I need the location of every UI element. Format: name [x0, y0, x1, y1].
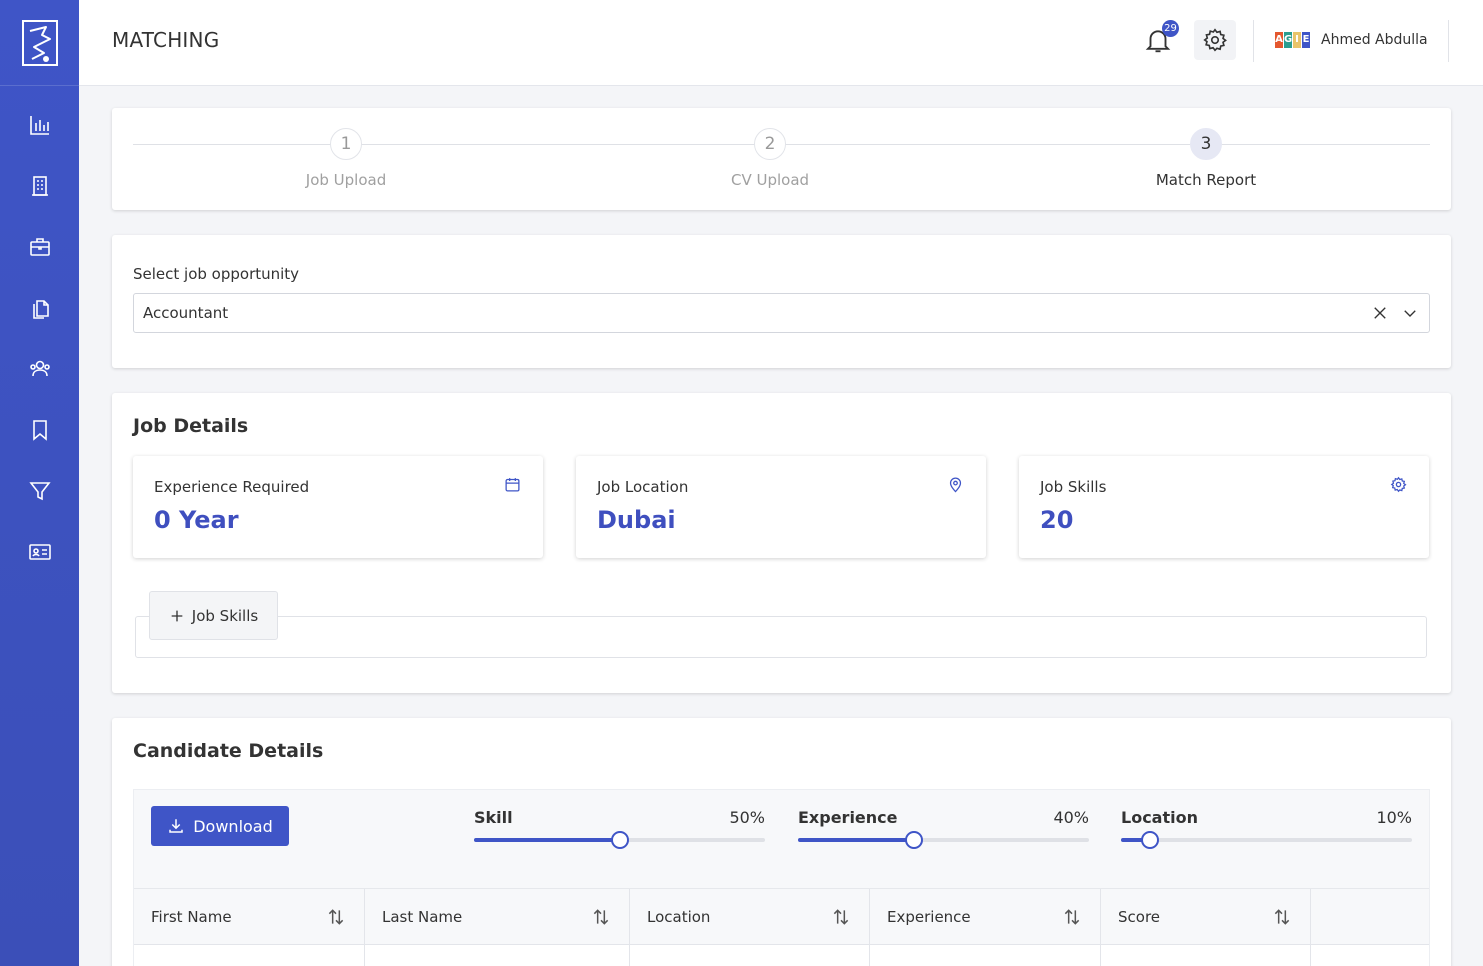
- step-3-circle[interactable]: 3: [1190, 128, 1222, 160]
- skill-weight-percent: 50%: [729, 808, 765, 827]
- slider-thumb[interactable]: [1141, 831, 1160, 849]
- sort-icon[interactable]: [831, 907, 851, 927]
- sort-icon[interactable]: [1272, 907, 1292, 927]
- filter-icon: [28, 481, 51, 500]
- sort-icon[interactable]: [326, 907, 346, 927]
- sidebar-item-jobs[interactable]: [0, 216, 79, 277]
- location-pin-icon: [949, 477, 962, 493]
- job-location-label: Job Location: [597, 478, 689, 496]
- job-skills-value: 20: [1040, 506, 1074, 534]
- column-header-last-name[interactable]: Last Name: [365, 889, 630, 945]
- location-weight-name: Location: [1121, 808, 1198, 827]
- gear-icon: [1203, 28, 1227, 52]
- add-job-skills-label: Job Skills: [191, 606, 259, 625]
- step-3-label[interactable]: Match Report: [1106, 171, 1306, 189]
- chevron-down-icon[interactable]: [1401, 304, 1419, 322]
- experience-required-label: Experience Required: [154, 478, 310, 496]
- id-card-icon: [28, 543, 51, 560]
- experience-weight-percent: 40%: [1053, 808, 1089, 827]
- step-2-circle[interactable]: 2: [754, 128, 786, 160]
- sort-icon[interactable]: [591, 907, 611, 927]
- page-title: MATCHING: [112, 28, 220, 52]
- table-row[interactable]: [134, 944, 1429, 966]
- experience-required-value: 0 Year: [154, 506, 239, 534]
- sidebar-item-candidates[interactable]: [0, 338, 79, 399]
- building-icon: [31, 175, 48, 196]
- experience-weight-name: Experience: [798, 808, 898, 827]
- location-weight-percent: 10%: [1376, 808, 1412, 827]
- job-opportunity-select[interactable]: Accountant: [133, 293, 1430, 333]
- slider-track[interactable]: [1121, 838, 1412, 842]
- gear-icon: [1390, 476, 1407, 493]
- job-location-value: Dubai: [597, 506, 676, 534]
- app-logo-icon: [21, 19, 58, 66]
- experience-required-card: Experience Required 0 Year: [133, 456, 543, 558]
- download-icon: [169, 819, 183, 833]
- bar-chart-icon: [29, 115, 49, 135]
- job-skills-card: Job Skills 20: [1019, 456, 1429, 558]
- sidebar-item-matching[interactable]: [0, 460, 79, 521]
- sidebar: [0, 0, 79, 966]
- skill-weight-slider[interactable]: Skill 50%: [474, 808, 765, 849]
- column-header-score[interactable]: Score: [1101, 889, 1311, 945]
- sidebar-item-dashboard[interactable]: [0, 94, 79, 155]
- settings-button[interactable]: [1194, 20, 1236, 60]
- job-select-label: Select job opportunity: [133, 265, 300, 283]
- job-details-card: Job Details Experience Required 0 Year J…: [112, 393, 1451, 693]
- candidate-details-card: Candidate Details Download Skill 50% Exp…: [112, 718, 1451, 966]
- slider-fill: [474, 838, 620, 842]
- plus-icon: [171, 610, 183, 621]
- job-details-title: Job Details: [133, 415, 249, 437]
- download-button[interactable]: Download: [151, 806, 289, 846]
- slider-thumb[interactable]: [610, 831, 629, 849]
- job-select-card: Select job opportunity Accountant: [112, 235, 1451, 368]
- job-location-card: Job Location Dubai: [576, 456, 986, 558]
- notification-count-badge: 29: [1162, 20, 1179, 37]
- user-name[interactable]: Ahmed Abdulla: [1321, 32, 1428, 48]
- users-icon: [29, 360, 50, 376]
- candidate-panel: Download Skill 50% Experience 40% Locati…: [133, 789, 1430, 966]
- bookmark-icon: [32, 419, 47, 441]
- briefcase-icon: [29, 237, 50, 256]
- sidebar-item-companies[interactable]: [0, 155, 79, 216]
- company-logo: A G I E: [1275, 32, 1310, 48]
- step-2-label[interactable]: CV Upload: [670, 171, 870, 189]
- stepper-card: 1 Job Upload 2 CV Upload 3 Match Report: [112, 108, 1451, 210]
- candidate-details-title: Candidate Details: [133, 740, 324, 762]
- app-logo[interactable]: [0, 0, 79, 86]
- step-1-circle[interactable]: 1: [330, 128, 362, 160]
- job-select-value: Accountant: [143, 304, 229, 322]
- top-header: MATCHING 29 A G I E Ahmed Abdulla: [79, 0, 1483, 86]
- experience-weight-slider[interactable]: Experience 40%: [798, 808, 1089, 849]
- add-job-skills-button[interactable]: Job Skills: [149, 591, 278, 640]
- calendar-icon: [505, 478, 520, 492]
- skill-weight-name: Skill: [474, 808, 513, 827]
- location-weight-slider[interactable]: Location 10%: [1121, 808, 1412, 849]
- step-1-label[interactable]: Job Upload: [246, 171, 446, 189]
- clear-icon[interactable]: [1371, 304, 1389, 322]
- sidebar-item-documents[interactable]: [0, 277, 79, 338]
- slider-fill: [798, 838, 915, 842]
- column-header-location[interactable]: Location: [630, 889, 870, 945]
- sidebar-item-saved[interactable]: [0, 399, 79, 460]
- download-label: Download: [193, 816, 273, 836]
- column-header-actions: [1311, 889, 1429, 945]
- job-skills-container: [135, 616, 1427, 658]
- sort-icon[interactable]: [1062, 907, 1082, 927]
- slider-thumb[interactable]: [905, 831, 924, 849]
- header-divider: [1253, 20, 1254, 62]
- column-header-experience[interactable]: Experience: [870, 889, 1101, 945]
- job-skills-label: Job Skills: [1040, 478, 1107, 496]
- header-divider: [1448, 20, 1449, 62]
- documents-icon: [32, 299, 49, 319]
- candidate-table-header: First Name Last Name Location Experience…: [134, 888, 1429, 945]
- column-header-first-name[interactable]: First Name: [134, 889, 365, 945]
- sidebar-item-profiles[interactable]: [0, 521, 79, 582]
